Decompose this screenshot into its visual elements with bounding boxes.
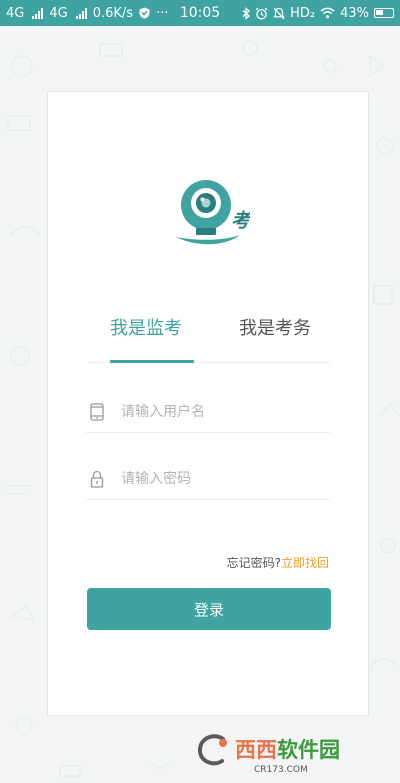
mute-bell-icon: [273, 7, 285, 19]
lock-icon: [88, 469, 106, 489]
active-tab-indicator: [110, 360, 194, 363]
app-logo-webcam-icon: 考: [176, 180, 250, 245]
more-notifications-icon: ···: [156, 5, 169, 21]
watermark-brand-left: 西西: [235, 738, 277, 762]
status-bar-right: HD₂ 43%: [242, 6, 394, 21]
watermark-url: CR173.COM: [254, 765, 308, 775]
logo-glyph: 考: [231, 210, 250, 232]
role-tabs: 我是监考 我是考务: [88, 316, 330, 364]
login-card: 考 我是监考 我是考务 忘记密码?立即找回 登录: [47, 91, 369, 716]
vpn-shield-icon: [139, 7, 150, 19]
password-input[interactable]: [121, 471, 321, 487]
watermark-logo-icon: [198, 733, 227, 765]
alarm-icon: [255, 7, 268, 19]
signal-icon-2: [75, 7, 87, 19]
watermark-brand-right: 软件园: [277, 738, 340, 762]
phone-icon: [88, 402, 106, 422]
forgot-password-row: 忘记密码?立即找回: [227, 554, 329, 571]
bluetooth-icon: [242, 6, 251, 20]
login-button[interactable]: 登录: [87, 588, 331, 630]
tab-invigilator[interactable]: 我是监考: [110, 316, 182, 342]
watermark-text: 西西软件园: [235, 740, 340, 761]
username-field: [86, 392, 330, 433]
username-input[interactable]: [121, 404, 321, 420]
signal-icon: [32, 7, 44, 19]
battery-percent: 43%: [340, 5, 369, 21]
status-bar: 4G 4G 0.6K/s ··· 10:05 HD₂ 43%: [0, 0, 400, 26]
status-bar-left: 4G 4G 0.6K/s ···: [6, 6, 168, 21]
network-type-1: 4G: [6, 5, 25, 21]
network-speed: 0.6K/s: [92, 5, 134, 21]
hd-label: HD₂: [290, 5, 316, 21]
recover-password-link[interactable]: 立即找回: [281, 556, 329, 570]
tab-exam-affairs[interactable]: 我是考务: [239, 316, 311, 342]
forgot-password-text: 忘记密码?: [226, 556, 281, 570]
battery-icon: [374, 8, 394, 18]
password-field: [86, 459, 330, 500]
wifi-icon: [320, 7, 335, 19]
network-type-2: 4G: [49, 5, 68, 21]
